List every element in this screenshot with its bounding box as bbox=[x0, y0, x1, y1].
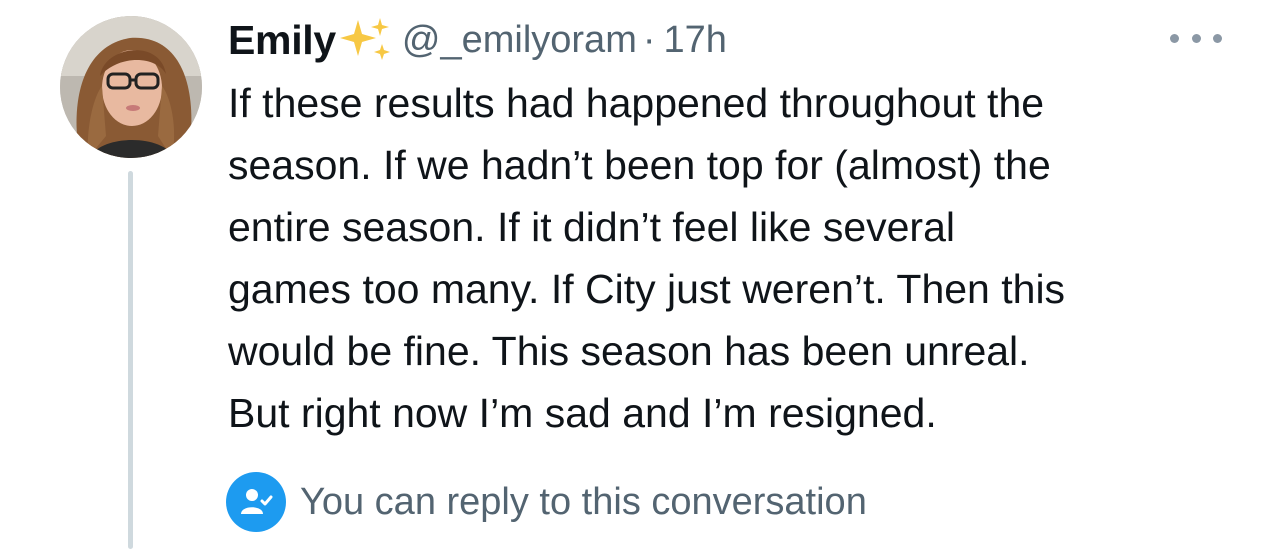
more-dot bbox=[1213, 33, 1222, 43]
tweet-text-line: If these results had happened throughout… bbox=[228, 80, 1045, 126]
tweet-text-line: games too many. If City just weren’t. Th… bbox=[228, 266, 1066, 312]
more-horizontal-icon[interactable] bbox=[1170, 26, 1222, 50]
tweet-text: If these results had happened throughout… bbox=[228, 72, 1258, 444]
more-dot bbox=[1191, 33, 1201, 43]
profile-avatar[interactable] bbox=[60, 16, 202, 158]
user-check-icon bbox=[226, 472, 286, 532]
tweet-text-line: would be fine. This season has been unre… bbox=[228, 328, 1030, 374]
tweet-text-line: season. If we hadn’t been top for (almos… bbox=[228, 142, 1051, 188]
header-separator: · bbox=[642, 18, 656, 61]
more-dot bbox=[1170, 33, 1179, 43]
tweet-timestamp[interactable]: 17h bbox=[664, 19, 727, 62]
author-name[interactable]: Emily bbox=[228, 17, 336, 64]
sparkles-icon bbox=[338, 16, 394, 64]
tweet-text-line: entire season. If it didn’t feel like se… bbox=[228, 204, 955, 250]
author-handle[interactable]: @_emilyoram bbox=[402, 19, 637, 62]
reply-permission-notice: You can reply to this conversation bbox=[226, 472, 867, 532]
thread-connector-line bbox=[128, 171, 133, 549]
reply-notice-text: You can reply to this conversation bbox=[300, 480, 867, 523]
tweet-text-line: But right now I’m sad and I’m resigned. bbox=[228, 390, 937, 436]
tweet-header: Emily @_emilyoram · 17h bbox=[228, 12, 727, 68]
